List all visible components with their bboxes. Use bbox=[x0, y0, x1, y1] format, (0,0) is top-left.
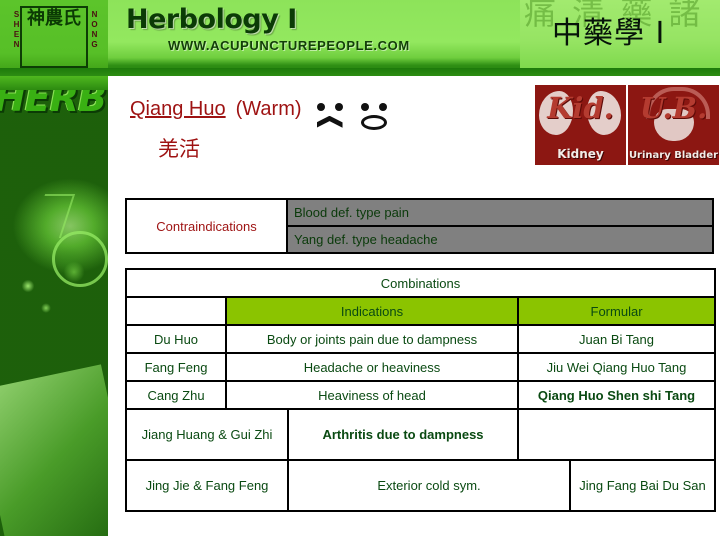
herb-nature: (Warm) bbox=[235, 98, 302, 120]
nong-vertical-text: NONG bbox=[90, 10, 99, 50]
slide-content: Qiang Huo (Warm) 羌活 Kid. Kidney U.B. Urin… bbox=[108, 76, 720, 540]
shen-nong-chinese: 神農氏 bbox=[27, 8, 81, 29]
table-row: Contraindications Blood def. type pain bbox=[125, 198, 714, 254]
urinary-bladder-logo: U.B. Urinary Bladder bbox=[628, 85, 719, 165]
eye-right bbox=[334, 102, 343, 111]
combination-formular: Jiu Wei Qiang Huo Tang bbox=[516, 352, 717, 382]
urinary-bladder-script-text: U.B. bbox=[639, 91, 708, 125]
mouth-oval bbox=[360, 114, 387, 130]
table-subheader-row: Indications Formular bbox=[125, 296, 717, 326]
combination-indication: Exterior cold sym. bbox=[287, 459, 571, 512]
table-row: Du Huo Body or joints pain due to dampne… bbox=[125, 324, 717, 354]
combination-formular: Juan Bi Tang bbox=[516, 324, 717, 354]
urinary-bladder-label: Urinary Bladder bbox=[628, 150, 719, 161]
open-mouth-face-icon bbox=[358, 102, 392, 131]
kidney-label: Kidney bbox=[557, 147, 604, 161]
header-banner: 神農氏 SHEN NONG Herbology I WWW.ACUPUNCTUR… bbox=[0, 0, 720, 76]
combination-herb: Jiang Huang & Gui Zhi bbox=[125, 408, 289, 461]
sidebar-paper bbox=[0, 364, 108, 536]
column-header-herb bbox=[125, 296, 227, 326]
column-header-indications: Indications bbox=[225, 296, 519, 326]
frown-face-icon bbox=[314, 102, 348, 131]
combination-indication: Arthritis due to dampness bbox=[287, 408, 519, 461]
shen-nong-box: 神農氏 bbox=[20, 6, 88, 68]
face-icon-group bbox=[314, 102, 402, 131]
combination-herb: Jing Jie & Fang Feng bbox=[125, 459, 289, 512]
sidebar-herb-image: HERB bbox=[0, 76, 108, 536]
contraindications-label: Contraindications bbox=[125, 198, 288, 254]
website-url: WWW.ACUPUNCTUREPEOPLE.COM bbox=[168, 38, 410, 53]
mouth-caret bbox=[316, 115, 343, 128]
eye-right bbox=[378, 102, 387, 111]
combination-formular bbox=[516, 408, 717, 461]
sidebar-bottom-fill bbox=[0, 536, 108, 540]
contraindication-item-1: Blood def. type pain bbox=[286, 198, 714, 227]
header-chinese-area: 痛 清 藥 諸 中藥學 I bbox=[520, 0, 720, 68]
shen-nong-logo: 神農氏 SHEN NONG bbox=[0, 0, 108, 76]
combination-formular: Qiang Huo Shen shi Tang bbox=[516, 380, 717, 410]
organ-logo-group: Kid. Kidney U.B. Urinary Bladder bbox=[535, 85, 719, 165]
course-title: Herbology I bbox=[126, 4, 297, 35]
table-row: Fang Feng Headache or heaviness Jiu Wei … bbox=[125, 352, 717, 382]
combination-indication: Headache or heaviness bbox=[225, 352, 519, 382]
kidney-script-text: Kid. bbox=[547, 91, 614, 125]
table-row: Jing Jie & Fang Feng Exterior cold sym. … bbox=[125, 459, 717, 512]
chinese-course-title: 中藥學 I bbox=[552, 16, 666, 51]
kidney-logo: Kid. Kidney bbox=[535, 85, 626, 165]
combination-indication: Body or joints pain due to dampness bbox=[225, 324, 519, 354]
sidebar-magnifier-ring bbox=[52, 231, 108, 287]
combination-herb: Du Huo bbox=[125, 324, 227, 354]
table-row: Cang Zhu Heaviness of head Qiang Huo She… bbox=[125, 380, 717, 410]
combination-formular: Jing Fang Bai Du San bbox=[568, 459, 717, 512]
table-row: Jiang Huang & Gui Zhi Arthritis due to d… bbox=[125, 408, 717, 461]
combination-herb: Fang Feng bbox=[125, 352, 227, 382]
contraindications-table: Contraindications Blood def. type pain Y… bbox=[125, 198, 714, 254]
header-divider-bar bbox=[0, 68, 720, 76]
header-title-area: Herbology I WWW.ACUPUNCTUREPEOPLE.COM bbox=[108, 0, 520, 68]
eye-left bbox=[316, 102, 325, 111]
combination-indication: Heaviness of head bbox=[225, 380, 519, 410]
herb-pinyin-name: Qiang Huo bbox=[130, 98, 226, 120]
contraindication-item-2: Yang def. type headache bbox=[286, 225, 714, 254]
combinations-table: Combinations Indications Formular Du Huo… bbox=[124, 268, 717, 512]
eye-left bbox=[360, 102, 369, 111]
table-header-row: Combinations bbox=[124, 268, 717, 298]
combination-herb: Cang Zhu bbox=[125, 380, 227, 410]
sidebar-top-strip bbox=[0, 76, 108, 90]
column-header-formular: Formular bbox=[516, 296, 717, 326]
shen-vertical-text: SHEN bbox=[12, 10, 21, 50]
combinations-title: Combinations bbox=[124, 268, 717, 298]
